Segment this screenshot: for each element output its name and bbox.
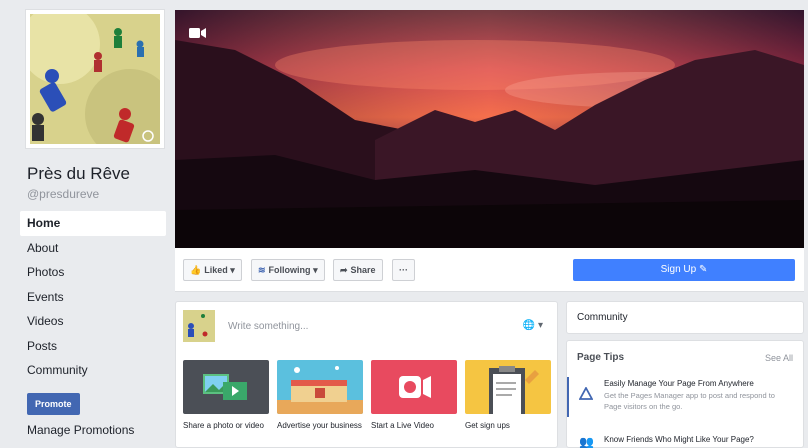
sidebar-item-posts[interactable]: Posts (20, 334, 166, 359)
tip-item[interactable]: Easily Manage Your Page From Anywhere Ge… (567, 377, 803, 417)
tile-label: Get sign ups (465, 421, 510, 430)
sidebar-item-about[interactable]: About (20, 236, 166, 261)
more-options-button[interactable]: ··· (392, 259, 415, 281)
page-tips-section: Page Tips See All Easily Manage Your Pag… (566, 340, 804, 448)
rss-icon: ≋ (258, 265, 266, 275)
sidebar-item-photos[interactable]: Photos (20, 260, 166, 285)
manage-promotions-link[interactable]: Manage Promotions (27, 423, 166, 437)
tip-active-indicator (567, 377, 569, 417)
profile-picture[interactable] (26, 10, 164, 148)
post-composer: Write something... 🌐 ▾ Share a photo or … (175, 301, 558, 448)
page-sidebar: Près du Rêve @presdureve Home About Phot… (20, 10, 166, 437)
tile-label: Start a Live Video (371, 421, 435, 430)
sign-up-label: Sign Up (660, 264, 697, 275)
tile-label: Advertise your business (277, 421, 362, 430)
chevron-down-icon: ▾ (230, 265, 235, 275)
video-camera-icon (189, 26, 207, 44)
photo-video-icon (183, 360, 269, 414)
sign-up-button[interactable]: Sign Up ✎ (573, 259, 795, 281)
sidebar-nav: Home About Photos Events Videos Posts Co… (20, 211, 166, 383)
page-action-bar: 👍 Liked ▾ ≋ Following ▾ ➦ Share ··· Sign Up… (175, 248, 804, 292)
tip-description: Get the Pages Manager app to post and re… (604, 391, 775, 411)
storefront-icon (277, 360, 363, 414)
following-label: Following (268, 265, 311, 275)
tip-title: Easily Manage Your Page From Anywhere (604, 379, 754, 388)
advertise-business-tile[interactable]: Advertise your business (277, 360, 363, 431)
page-tips-title: Page Tips (577, 352, 625, 363)
clipboard-icon (465, 360, 551, 414)
thumbs-up-icon: 👍 (190, 265, 202, 275)
live-video-icon (371, 360, 457, 414)
sidebar-item-events[interactable]: Events (20, 285, 166, 310)
chevron-down-icon: ▾ (313, 265, 318, 275)
composer-input[interactable]: Write something... (228, 321, 308, 332)
globe-icon: 🌐 (522, 320, 536, 331)
chevron-down-icon: ▾ (537, 320, 543, 331)
tip-item[interactable]: 👥 Know Friends Who Might Like Your Page? (567, 433, 803, 448)
community-section[interactable]: Community (566, 301, 804, 334)
pages-manager-icon (578, 386, 594, 404)
share-label: Share (350, 265, 376, 275)
share-arrow-icon: ➦ (340, 265, 348, 275)
see-all-link[interactable]: See All (765, 353, 793, 363)
community-title: Community (577, 312, 628, 323)
avatar (183, 310, 215, 342)
start-live-video-tile[interactable]: Start a Live Video (371, 360, 457, 431)
page-name[interactable]: Près du Rêve (27, 164, 166, 184)
pencil-icon: ✎ (698, 264, 708, 275)
cover-video[interactable] (175, 10, 804, 248)
get-sign-ups-tile[interactable]: Get sign ups (465, 360, 551, 431)
sidebar-item-community[interactable]: Community (20, 358, 166, 383)
tile-label: Share a photo or video (183, 421, 264, 430)
following-button[interactable]: ≋ Following ▾ (251, 259, 325, 281)
promote-button[interactable]: Promote (27, 392, 80, 415)
liked-button[interactable]: 👍 Liked ▾ (183, 259, 242, 281)
page-handle[interactable]: @presdureve (27, 187, 166, 201)
sidebar-item-home[interactable]: Home (20, 211, 166, 236)
audience-selector[interactable]: 🌐 ▾ (523, 320, 543, 331)
sidebar-item-videos[interactable]: Videos (20, 309, 166, 334)
share-photo-tile[interactable]: Share a photo or video (183, 360, 269, 431)
liked-label: Liked (204, 265, 228, 275)
tip-title: Know Friends Who Might Like Your Page? (604, 435, 754, 444)
friends-icon: 👥 (579, 435, 594, 448)
share-button[interactable]: ➦ Share (333, 259, 383, 281)
